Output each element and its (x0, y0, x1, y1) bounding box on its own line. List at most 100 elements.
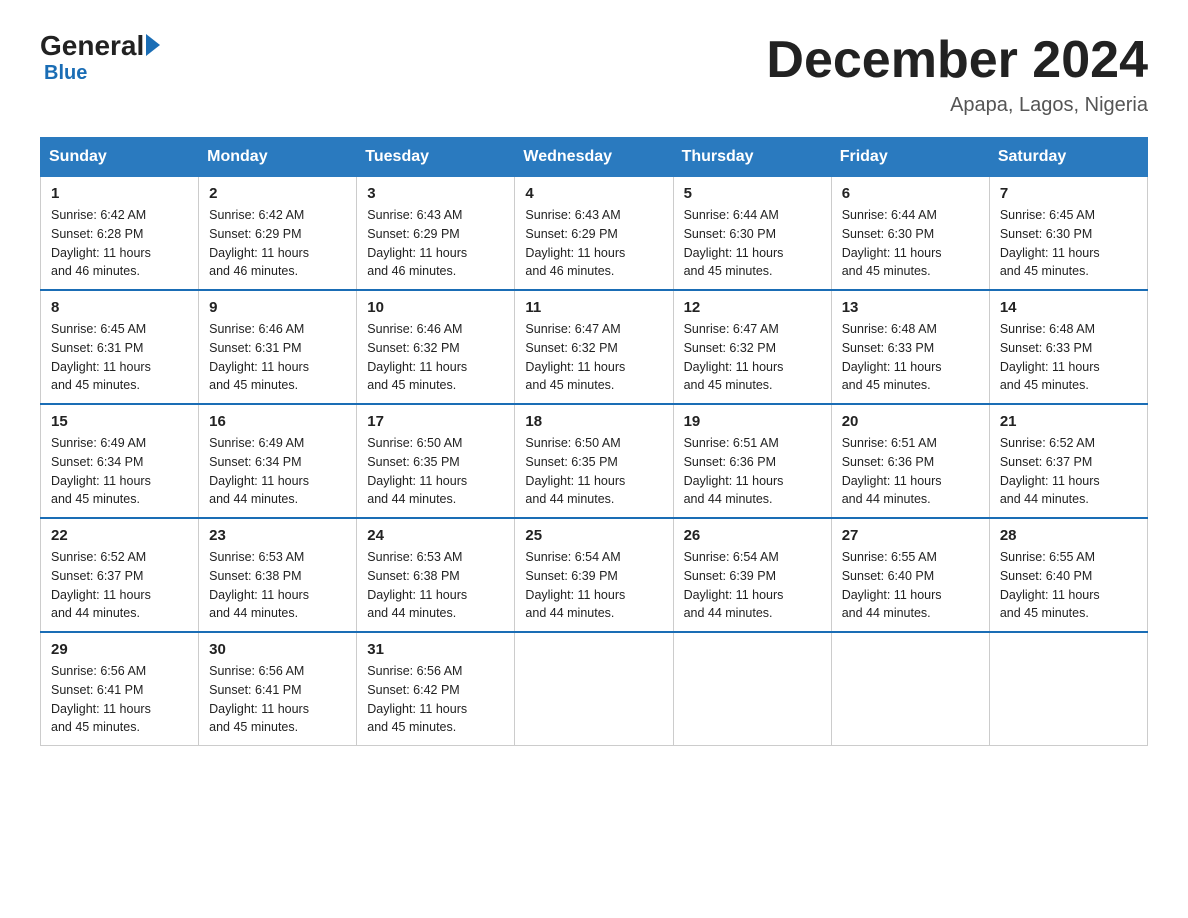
day-detail-line: Sunrise: 6:42 AM (51, 208, 146, 222)
day-info: Sunrise: 6:52 AMSunset: 6:37 PMDaylight:… (1000, 434, 1137, 509)
day-detail-line: and 44 minutes. (525, 606, 614, 620)
day-detail-line: Daylight: 11 hours (51, 474, 151, 488)
day-detail-line: Daylight: 11 hours (842, 246, 942, 260)
day-info: Sunrise: 6:53 AMSunset: 6:38 PMDaylight:… (367, 548, 504, 623)
day-detail-line: Sunrise: 6:53 AM (367, 550, 462, 564)
day-detail-line: and 44 minutes. (842, 492, 931, 506)
day-detail-line: Sunset: 6:33 PM (1000, 341, 1092, 355)
logo-arrow-icon (146, 34, 160, 56)
day-detail-line: Sunrise: 6:44 AM (842, 208, 937, 222)
day-detail-line: Sunrise: 6:51 AM (684, 436, 779, 450)
day-info: Sunrise: 6:42 AMSunset: 6:28 PMDaylight:… (51, 206, 188, 281)
day-info: Sunrise: 6:51 AM Sunset: 6:36 PM Daylight:… (842, 434, 979, 509)
day-detail-line: Sunset: 6:40 PM (1000, 569, 1092, 583)
col-header-sunday: Sunday (41, 138, 199, 177)
day-detail-line: Sunset: 6:39 PM (525, 569, 617, 583)
day-detail-line: Sunset: 6:41 PM (51, 683, 143, 697)
day-detail-line: and 45 minutes. (367, 378, 456, 392)
day-number: 20 (842, 413, 979, 430)
day-detail-line: and 45 minutes. (842, 264, 931, 278)
month-title: December 2024 (766, 30, 1148, 90)
day-detail-line: and 44 minutes. (842, 606, 931, 620)
day-detail-line: Daylight: 11 hours (51, 360, 151, 374)
day-number: 21 (1000, 413, 1137, 430)
day-info: Sunrise: 6:55 AMSunset: 6:40 PMDaylight:… (842, 548, 979, 623)
day-detail-line: Sunrise: 6:46 AM (209, 322, 304, 336)
day-detail-line: Daylight: 11 hours (842, 474, 942, 488)
day-detail-line: Daylight: 11 hours (367, 474, 467, 488)
week-row-2: 8Sunrise: 6:45 AMSunset: 6:31 PMDaylight… (41, 290, 1148, 404)
day-detail-line: Sunset: 6:41 PM (209, 683, 301, 697)
day-detail-line: Daylight: 11 hours (1000, 588, 1100, 602)
day-number: 25 (525, 527, 662, 544)
day-detail-line: and 45 minutes. (51, 720, 140, 734)
day-detail-line: Sunset: 6:34 PM (209, 455, 301, 469)
day-info: Sunrise: 6:47 AMSunset: 6:32 PMDaylight:… (525, 320, 662, 395)
calendar-cell: 11Sunrise: 6:47 AMSunset: 6:32 PMDayligh… (515, 290, 673, 404)
day-detail-line: Daylight: 11 hours (367, 360, 467, 374)
day-detail-line: Sunrise: 6:54 AM (525, 550, 620, 564)
day-detail-line: Sunset: 6:39 PM (684, 569, 776, 583)
day-detail-line: Daylight: 11 hours (51, 702, 151, 716)
calendar-cell: 13Sunrise: 6:48 AMSunset: 6:33 PMDayligh… (831, 290, 989, 404)
day-detail-line: Sunrise: 6:55 AM (1000, 550, 1095, 564)
week-row-5: 29Sunrise: 6:56 AMSunset: 6:41 PMDayligh… (41, 632, 1148, 746)
calendar-cell: 23Sunrise: 6:53 AMSunset: 6:38 PMDayligh… (199, 518, 357, 632)
day-detail-line: Daylight: 11 hours (367, 246, 467, 260)
week-row-4: 22Sunrise: 6:52 AMSunset: 6:37 PMDayligh… (41, 518, 1148, 632)
day-detail-line: Sunset: 6:38 PM (209, 569, 301, 583)
day-detail-line: Sunset: 6:32 PM (684, 341, 776, 355)
day-detail-line: Sunrise: 6:56 AM (367, 664, 462, 678)
day-detail-line: and 44 minutes. (684, 606, 773, 620)
calendar-cell: 12Sunrise: 6:47 AMSunset: 6:32 PMDayligh… (673, 290, 831, 404)
day-detail-line: Sunset: 6:35 PM (367, 455, 459, 469)
day-info: Sunrise: 6:55 AM Sunset: 6:40 PM Daylight:… (1000, 548, 1137, 623)
day-detail-line: Sunset: 6:37 PM (51, 569, 143, 583)
calendar-cell: 17Sunrise: 6:50 AMSunset: 6:35 PMDayligh… (357, 404, 515, 518)
day-detail-line: and 45 minutes. (51, 492, 140, 506)
day-detail-line: Daylight: 11 hours (525, 474, 625, 488)
calendar-cell (989, 632, 1147, 746)
day-number: 15 (51, 413, 188, 430)
day-detail-line: Sunrise: 6:52 AM (51, 550, 146, 564)
day-info: Sunrise: 6:45 AMSunset: 6:31 PMDaylight:… (51, 320, 188, 395)
day-detail-line: Sunrise: 6:43 AM (525, 208, 620, 222)
day-number: 28 (1000, 527, 1137, 544)
calendar-cell: 9Sunrise: 6:46 AMSunset: 6:31 PMDaylight… (199, 290, 357, 404)
day-detail-line: Sunset: 6:33 PM (842, 341, 934, 355)
day-detail-line: Sunrise: 6:45 AM (51, 322, 146, 336)
day-info: Sunrise: 6:46 AMSunset: 6:32 PMDaylight:… (367, 320, 504, 395)
col-header-saturday: Saturday (989, 138, 1147, 177)
calendar-cell (515, 632, 673, 746)
page-header: General Blue December 2024 Apapa, Lagos,… (40, 30, 1148, 117)
week-row-1: 1 Sunrise: 6:42 AMSunset: 6:28 PMDaylight… (41, 177, 1148, 291)
day-detail-line: Daylight: 11 hours (684, 246, 784, 260)
day-detail-line: and 45 minutes. (1000, 606, 1089, 620)
day-detail-line: and 46 minutes. (525, 264, 614, 278)
day-detail-line: Sunset: 6:37 PM (1000, 455, 1092, 469)
col-header-wednesday: Wednesday (515, 138, 673, 177)
day-number: 10 (367, 299, 504, 316)
day-detail-line: Daylight: 11 hours (209, 360, 309, 374)
day-info: Sunrise: 6:47 AMSunset: 6:32 PMDaylight:… (684, 320, 821, 395)
day-detail-line: Sunrise: 6:51 AM (842, 436, 937, 450)
day-detail-line: and 44 minutes. (367, 606, 456, 620)
day-detail-line: and 45 minutes. (1000, 378, 1089, 392)
title-block: December 2024 Apapa, Lagos, Nigeria (766, 30, 1148, 117)
day-number: 1 (51, 185, 188, 202)
day-detail-line: and 44 minutes. (525, 492, 614, 506)
calendar-cell: 21Sunrise: 6:52 AMSunset: 6:37 PMDayligh… (989, 404, 1147, 518)
day-detail-line: and 45 minutes. (842, 378, 931, 392)
day-detail-line: Sunrise: 6:48 AM (842, 322, 937, 336)
day-detail-line: Sunrise: 6:52 AM (1000, 436, 1095, 450)
day-number: 13 (842, 299, 979, 316)
day-detail-line: Sunset: 6:36 PM (684, 455, 776, 469)
calendar-cell: 30Sunrise: 6:56 AMSunset: 6:41 PMDayligh… (199, 632, 357, 746)
calendar-cell: 1 Sunrise: 6:42 AMSunset: 6:28 PMDaylight… (41, 177, 199, 291)
day-info: Sunrise: 6:46 AMSunset: 6:31 PMDaylight:… (209, 320, 346, 395)
day-detail-line: Daylight: 11 hours (209, 246, 309, 260)
day-info: Sunrise: 6:45 AMSunset: 6:30 PMDaylight:… (1000, 206, 1137, 281)
day-detail-line: Sunset: 6:36 PM (842, 455, 934, 469)
day-detail-line: and 45 minutes. (525, 378, 614, 392)
day-info: Sunrise: 6:54 AMSunset: 6:39 PMDaylight:… (684, 548, 821, 623)
